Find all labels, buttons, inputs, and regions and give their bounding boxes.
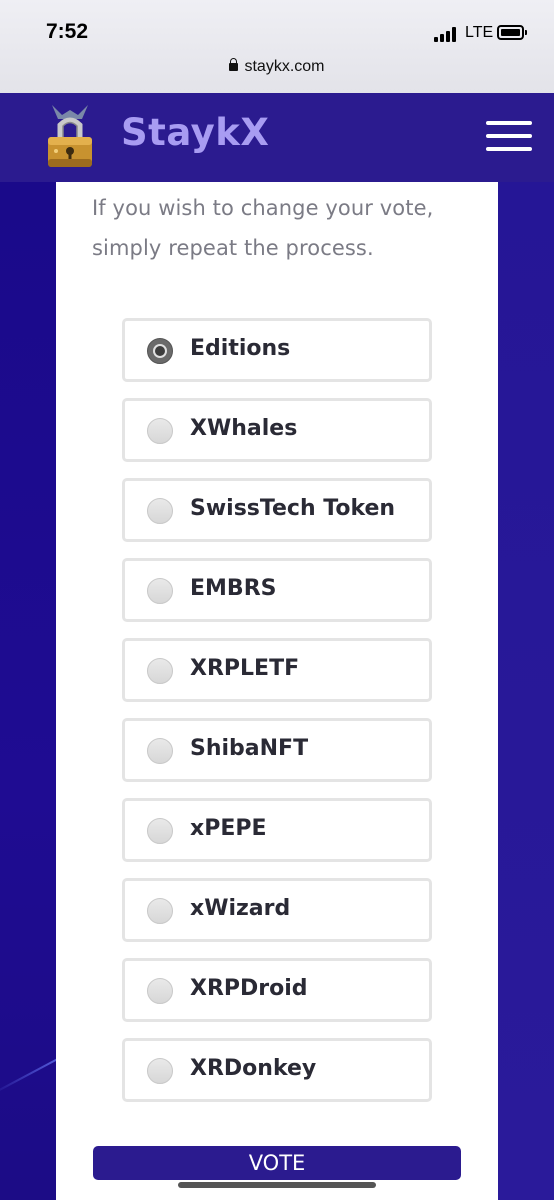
option-label: XRDonkey <box>190 1056 317 1081</box>
option-xrpdroid[interactable]: XRPDroid <box>122 958 432 1022</box>
radio-button[interactable] <box>147 418 173 444</box>
radio-button[interactable] <box>147 898 173 924</box>
brand-name[interactable]: StaykX <box>121 111 269 154</box>
radio-button[interactable] <box>147 658 173 684</box>
option-embrs[interactable]: EMBRS <box>122 558 432 622</box>
option-xwhales[interactable]: XWhales <box>122 398 432 462</box>
radio-button[interactable] <box>147 338 173 364</box>
option-editions[interactable]: Editions <box>122 318 432 382</box>
option-label: ShibaNFT <box>190 736 309 761</box>
lock-icon <box>229 58 239 71</box>
battery-icon <box>497 25 527 40</box>
option-label: xPEPE <box>190 816 267 841</box>
radio-button[interactable] <box>147 818 173 844</box>
padlock-logo-icon[interactable] <box>42 101 98 169</box>
option-label: SwissTech Token <box>190 496 396 521</box>
url-text: staykx.com <box>244 58 325 75</box>
option-swisstech-token[interactable]: SwissTech Token <box>122 478 432 542</box>
status-time: 7:52 <box>46 20 89 43</box>
radio-button[interactable] <box>147 1058 173 1084</box>
option-xwizard[interactable]: xWizard <box>122 878 432 942</box>
radio-button[interactable] <box>147 578 173 604</box>
home-indicator[interactable] <box>178 1182 376 1188</box>
option-label: XRPDroid <box>190 976 308 1001</box>
address-bar[interactable]: staykx.com <box>0 58 554 76</box>
option-label: XWhales <box>190 416 298 441</box>
hamburger-menu-icon[interactable] <box>486 121 532 153</box>
option-xrdonkey[interactable]: XRDonkey <box>122 1038 432 1102</box>
radio-button[interactable] <box>147 498 173 524</box>
signal-icon <box>434 27 458 42</box>
option-label: EMBRS <box>190 576 277 601</box>
vote-button[interactable]: VOTE <box>93 1146 461 1180</box>
option-shibanft[interactable]: ShibaNFT <box>122 718 432 782</box>
right-background <box>498 182 554 1200</box>
intro-text: If you wish to change your vote, simply … <box>92 196 434 260</box>
site-header: StaykX <box>0 93 554 182</box>
option-label: Editions <box>190 336 291 361</box>
network-type: LTE <box>465 24 494 41</box>
radio-button[interactable] <box>147 738 173 764</box>
status-bar: 7:52 LTE staykx.com <box>0 0 554 93</box>
option-xrpletf[interactable]: XRPLETF <box>122 638 432 702</box>
vote-card: If you wish to change your vote, simply … <box>56 182 498 1200</box>
radio-button[interactable] <box>147 978 173 1004</box>
option-label: XRPLETF <box>190 656 300 681</box>
option-label: xWizard <box>190 896 291 921</box>
light-streak <box>0 1051 56 1096</box>
option-xpepe[interactable]: xPEPE <box>122 798 432 862</box>
vote-options: Editions XWhales SwissTech Token EMBRS X… <box>122 318 432 1118</box>
left-background <box>0 182 56 1200</box>
